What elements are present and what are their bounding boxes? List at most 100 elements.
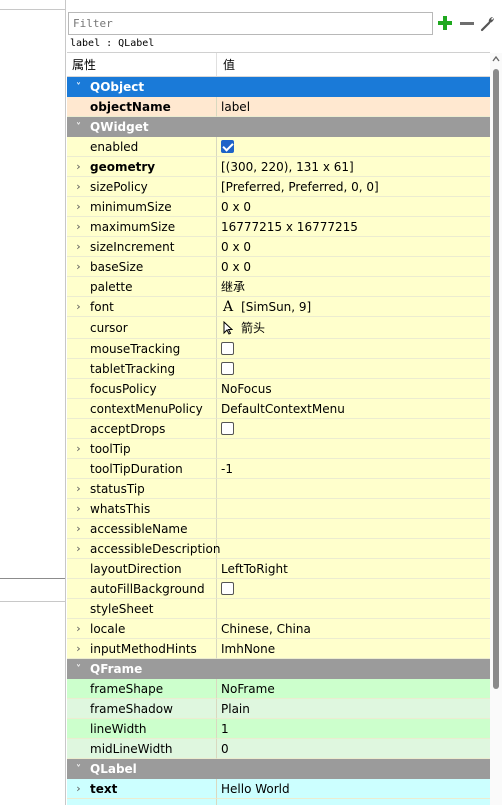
property-value[interactable] <box>217 599 490 619</box>
expand-arrow-icon[interactable]: › <box>67 522 90 535</box>
property-value[interactable]: NoFocus <box>217 379 490 399</box>
property-value[interactable] <box>217 499 490 519</box>
property-row-objectname[interactable]: objectName label <box>67 97 490 117</box>
property-value[interactable]: 0 x 0 <box>217 237 490 257</box>
property-column-header[interactable]: 属性 <box>67 53 217 76</box>
property-value[interactable] <box>217 479 490 499</box>
property-value[interactable]: 继承 <box>217 277 490 297</box>
property-row-palette[interactable]: palette 继承 <box>67 277 490 297</box>
add-dynamic-property-button[interactable] <box>435 13 455 33</box>
property-row-statustip[interactable]: › statusTip <box>67 479 490 499</box>
property-row-minimumsize[interactable]: › minimumSize 0 x 0 <box>67 197 490 217</box>
group-qlabel[interactable]: ˅ QLabel <box>67 759 490 779</box>
property-row-midlinewidth[interactable]: midLineWidth 0 <box>67 739 490 759</box>
expand-arrow-icon[interactable]: › <box>67 622 90 635</box>
property-row-frameshape[interactable]: frameShape NoFrame <box>67 679 490 699</box>
property-row-contextmenupolicy[interactable]: contextMenuPolicy DefaultContextMenu <box>67 399 490 419</box>
property-row-tablettracking[interactable]: tabletTracking <box>67 359 490 379</box>
property-value[interactable] <box>217 439 490 459</box>
property-row-inputmethodhints[interactable]: › inputMethodHints ImhNone <box>67 639 490 659</box>
property-value[interactable]: 0 <box>217 739 490 759</box>
expand-arrow-icon[interactable]: › <box>67 240 90 253</box>
property-value[interactable] <box>217 519 490 539</box>
property-row-frameshadow[interactable]: frameShadow Plain <box>67 699 490 719</box>
property-value[interactable]: -1 <box>217 459 490 479</box>
expand-arrow-icon[interactable]: › <box>67 300 90 313</box>
property-value[interactable]: Plain <box>217 699 490 719</box>
vertical-scrollbar[interactable] <box>490 53 502 805</box>
mousetracking-checkbox[interactable] <box>221 342 234 355</box>
collapse-arrow-icon[interactable]: ˅ <box>67 764 90 775</box>
property-row-accessiblename[interactable]: › accessibleName <box>67 519 490 539</box>
expand-arrow-icon[interactable]: › <box>67 502 90 515</box>
collapse-arrow-icon[interactable]: ˅ <box>67 122 90 133</box>
property-value[interactable]: [(300, 220), 131 x 61] <box>217 157 490 177</box>
expand-arrow-icon[interactable]: › <box>67 160 90 173</box>
expand-arrow-icon[interactable]: › <box>67 260 90 273</box>
enabled-checkbox[interactable] <box>221 140 234 153</box>
scroll-up-arrow-icon[interactable] <box>492 55 500 63</box>
property-row-locale[interactable]: › locale Chinese, China <box>67 619 490 639</box>
property-row-acceptdrops[interactable]: acceptDrops <box>67 419 490 439</box>
group-qframe[interactable]: ˅ QFrame <box>67 659 490 679</box>
property-value[interactable]: 1 <box>217 719 490 739</box>
group-qwidget[interactable]: ˅ QWidget <box>67 117 490 137</box>
expand-arrow-icon[interactable]: › <box>67 782 90 795</box>
acceptdrops-checkbox[interactable] <box>221 422 234 435</box>
configure-button[interactable] <box>478 13 498 33</box>
property-value[interactable]: DefaultContextMenu <box>217 399 490 419</box>
expand-arrow-icon[interactable]: › <box>67 442 90 455</box>
property-row-whatsthis[interactable]: › whatsThis <box>67 499 490 519</box>
property-row-focuspolicy[interactable]: focusPolicy NoFocus <box>67 379 490 399</box>
tablettracking-checkbox[interactable] <box>221 362 234 375</box>
expand-arrow-icon[interactable]: › <box>67 542 90 555</box>
property-value[interactable]: 0 x 0 <box>217 197 490 217</box>
property-row-text[interactable]: › text Hello World <box>67 779 490 799</box>
property-value[interactable]: ImhNone <box>217 639 490 659</box>
collapse-arrow-icon[interactable]: ˅ <box>67 82 90 93</box>
property-row-cursor[interactable]: cursor 箭头 <box>67 317 490 339</box>
remove-dynamic-property-button[interactable] <box>457 13 477 33</box>
property-row-basesize[interactable]: › baseSize 0 x 0 <box>67 257 490 277</box>
property-row-linewidth[interactable]: lineWidth 1 <box>67 719 490 739</box>
expand-arrow-icon[interactable]: › <box>67 220 90 233</box>
expand-arrow-icon[interactable]: › <box>67 180 90 193</box>
scrollbar-thumb[interactable] <box>493 69 499 689</box>
property-value[interactable]: [Preferred, Preferred, 0, 0] <box>217 177 490 197</box>
property-row-geometry[interactable]: › geometry [(300, 220), 131 x 61] <box>67 157 490 177</box>
property-row-font[interactable]: › font A [SimSun, 9] <box>67 297 490 317</box>
property-value[interactable]: 16777215 x 16777215 <box>217 217 490 237</box>
property-row-stylesheet[interactable]: styleSheet <box>67 599 490 619</box>
expand-arrow-icon[interactable]: › <box>67 200 90 213</box>
expand-arrow-icon[interactable]: › <box>67 482 90 495</box>
property-value[interactable]: label <box>217 97 490 117</box>
property-value[interactable]: NoFrame <box>217 679 490 699</box>
property-row-sizeincrement[interactable]: › sizeIncrement 0 x 0 <box>67 237 490 257</box>
property-row-autofillbackground[interactable]: autoFillBackground <box>67 579 490 599</box>
property-row-maximumsize[interactable]: › maximumSize 16777215 x 16777215 <box>67 217 490 237</box>
property-row-sizepolicy[interactable]: › sizePolicy [Preferred, Preferred, 0, 0] <box>67 177 490 197</box>
property-value[interactable]: Chinese, China <box>217 619 490 639</box>
property-value[interactable]: 箭头 <box>241 319 265 336</box>
filter-input[interactable] <box>68 12 433 35</box>
property-name: frameShape <box>90 681 164 696</box>
property-value[interactable]: 0 x 0 <box>217 257 490 277</box>
property-value[interactable]: [SimSun, 9] <box>241 300 311 314</box>
property-row-layoutdirection[interactable]: layoutDirection LeftToRight <box>67 559 490 579</box>
property-row-tooltip[interactable]: › toolTip <box>67 439 490 459</box>
autofillbackground-checkbox[interactable] <box>221 582 234 595</box>
panel-splitter[interactable] <box>65 0 66 805</box>
property-row-accessibledescription[interactable]: › accessibleDescription <box>67 539 490 559</box>
property-value[interactable] <box>217 539 490 559</box>
property-row-enabled[interactable]: enabled <box>67 137 490 157</box>
value-column-header[interactable]: 值 <box>217 53 490 76</box>
filter-bar <box>67 11 502 36</box>
group-qobject[interactable]: ˅ QObject <box>67 77 490 97</box>
expand-arrow-icon[interactable]: › <box>67 642 90 655</box>
property-value[interactable]: LeftToRight <box>217 559 490 579</box>
collapse-arrow-icon[interactable]: ˅ <box>67 664 90 675</box>
minus-icon <box>460 22 474 25</box>
property-value[interactable]: Hello World <box>217 779 490 799</box>
property-row-tooltipduration[interactable]: toolTipDuration -1 <box>67 459 490 479</box>
property-row-mousetracking[interactable]: mouseTracking <box>67 339 490 359</box>
